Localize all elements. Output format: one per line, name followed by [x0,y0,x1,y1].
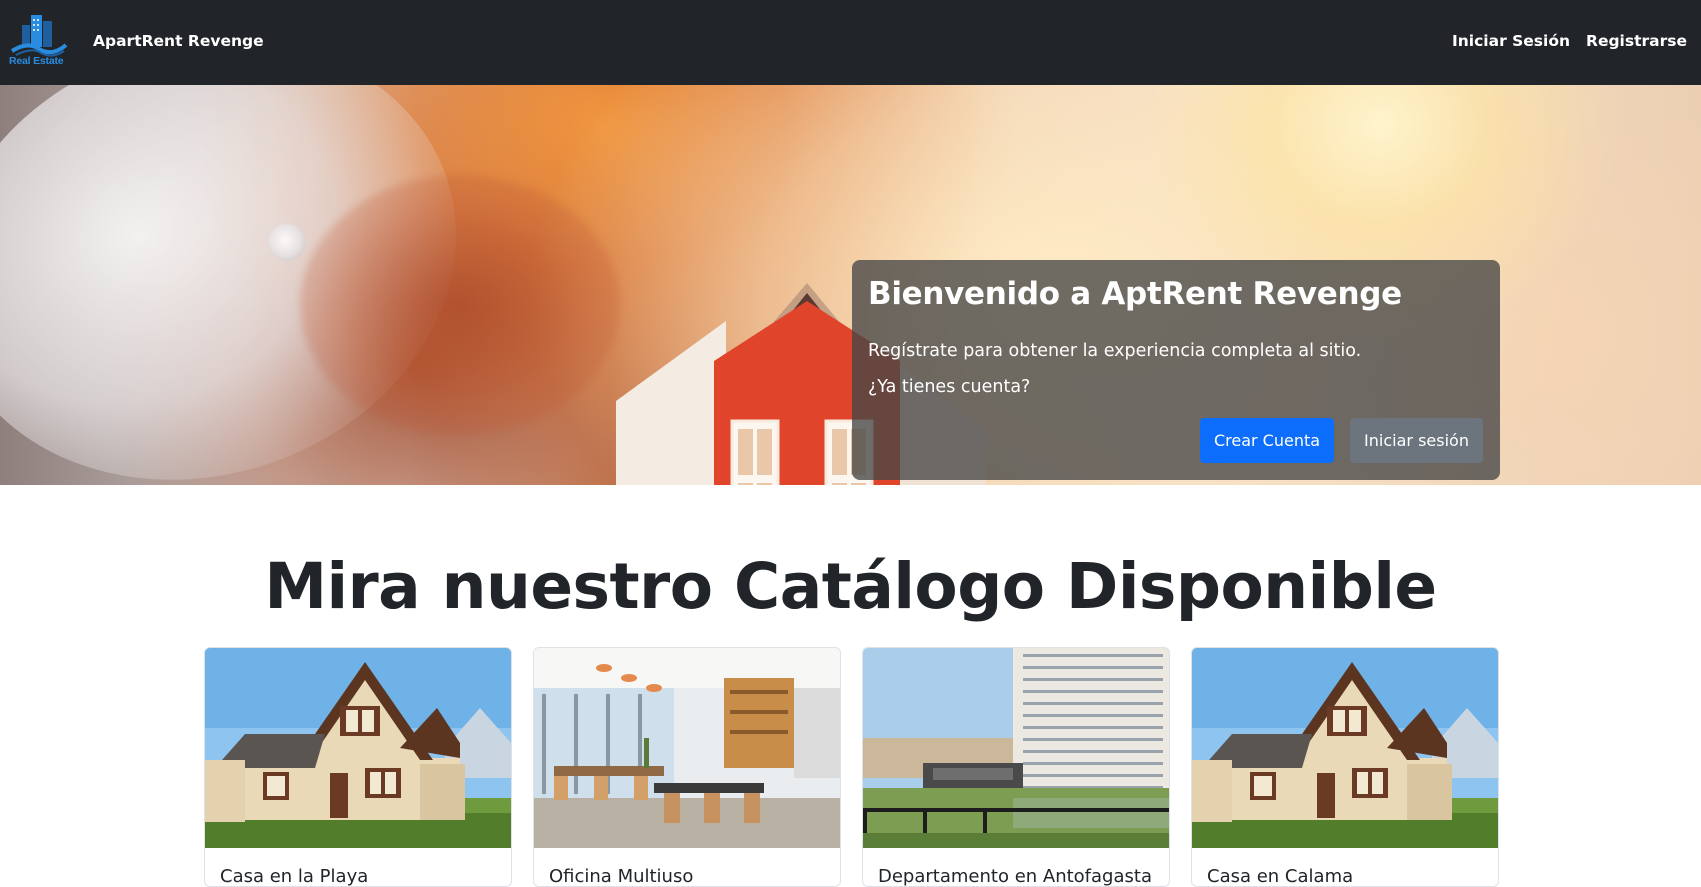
welcome-text: Regístrate para obtener la experiencia c… [868,341,1362,361]
catalog-title: Mira nuestro Catálogo Disponible [264,550,1437,623]
logo-text: Real Estate [9,55,64,67]
nav-links: Iniciar Sesión Registrarse [1452,32,1687,50]
property-card[interactable]: Casa en la Playa [204,647,512,887]
property-image-house[interactable] [205,648,511,848]
property-title: Casa en Calama [1207,866,1354,887]
brand-name[interactable]: ApartRent Revenge [93,32,264,50]
hero-banner: Bienvenido a AptRent Revenge Regístrate … [0,85,1701,485]
buildings-logo-icon [10,15,68,57]
welcome-title: Bienvenido a AptRent Revenge [868,276,1402,312]
hero-hand-decor [300,175,620,435]
welcome-question: ¿Ya tienes cuenta? [868,377,1031,397]
property-title: Oficina Multiuso [549,866,694,887]
property-title: Casa en la Playa [220,866,369,887]
nav-link-login[interactable]: Iniciar Sesión [1452,32,1570,50]
property-title: Departamento en Antofagasta [878,866,1152,887]
property-image-office[interactable] [534,648,840,848]
property-card[interactable]: Oficina Multiuso [533,647,841,887]
login-button[interactable]: Iniciar sesión [1350,418,1483,463]
property-card[interactable]: Casa en Calama [1191,647,1499,887]
hero-button-decor [268,223,306,261]
nav-link-register[interactable]: Registrarse [1586,32,1687,50]
welcome-card: Bienvenido a AptRent Revenge Regístrate … [852,260,1500,480]
navbar: Real Estate ApartRent Revenge Iniciar Se… [0,0,1701,85]
brand-logo[interactable]: Real Estate [8,11,70,69]
property-image-building[interactable] [863,648,1169,848]
property-card[interactable]: Departamento en Antofagasta [862,647,1170,887]
create-account-button[interactable]: Crear Cuenta [1200,418,1334,463]
property-image-house[interactable] [1192,648,1498,848]
